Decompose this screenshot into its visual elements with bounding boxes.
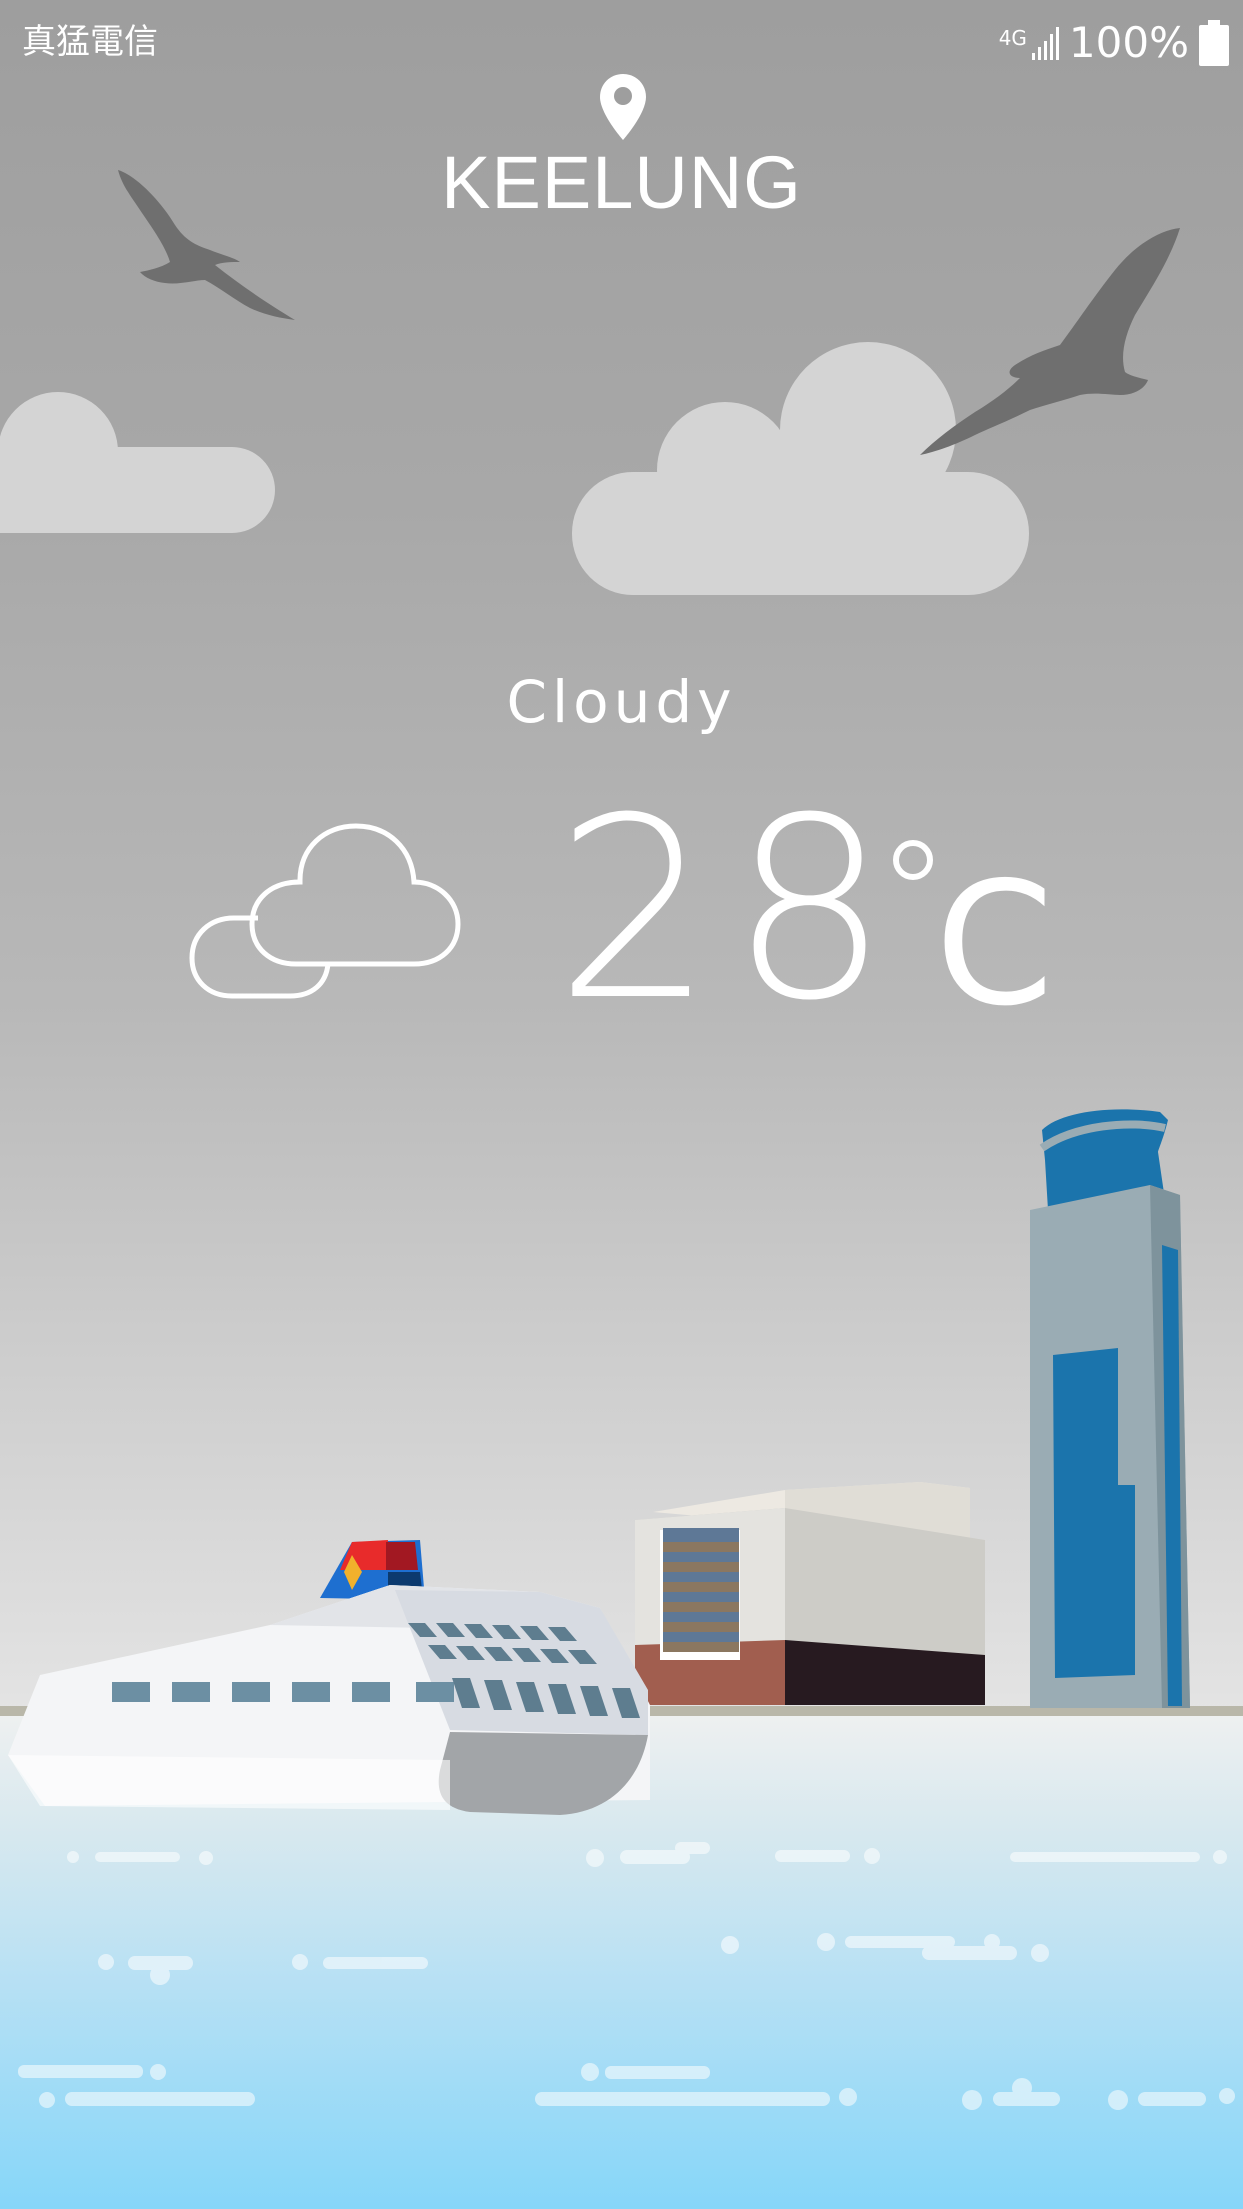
signal-bars-icon — [1031, 25, 1061, 61]
status-carrier: 真猛電信 — [22, 22, 158, 62]
harbor-building — [635, 1482, 985, 1705]
scene-illustration — [0, 170, 1243, 2209]
temperature-unit: C — [935, 846, 1054, 1044]
ferry-ship — [8, 1540, 650, 1815]
eagle-right — [920, 228, 1180, 455]
status-bar-right: 4G 100% — [999, 18, 1229, 67]
building-window-stripes — [663, 1528, 739, 1652]
cloud-outline-icon — [188, 812, 478, 1008]
weather-condition: Cloudy — [506, 668, 737, 736]
cloud-left — [0, 392, 275, 533]
location-city: KEELUNG — [441, 141, 802, 224]
battery-full-icon — [1199, 19, 1229, 66]
degree-symbol — [893, 840, 933, 880]
cloud-right — [572, 342, 1029, 595]
tower-building — [1030, 1109, 1190, 1708]
battery-percent: 100% — [1068, 18, 1189, 67]
temperature-value: 28 — [555, 764, 906, 1055]
network-type: 4G — [998, 25, 1027, 50]
map-pin-icon — [600, 74, 646, 140]
